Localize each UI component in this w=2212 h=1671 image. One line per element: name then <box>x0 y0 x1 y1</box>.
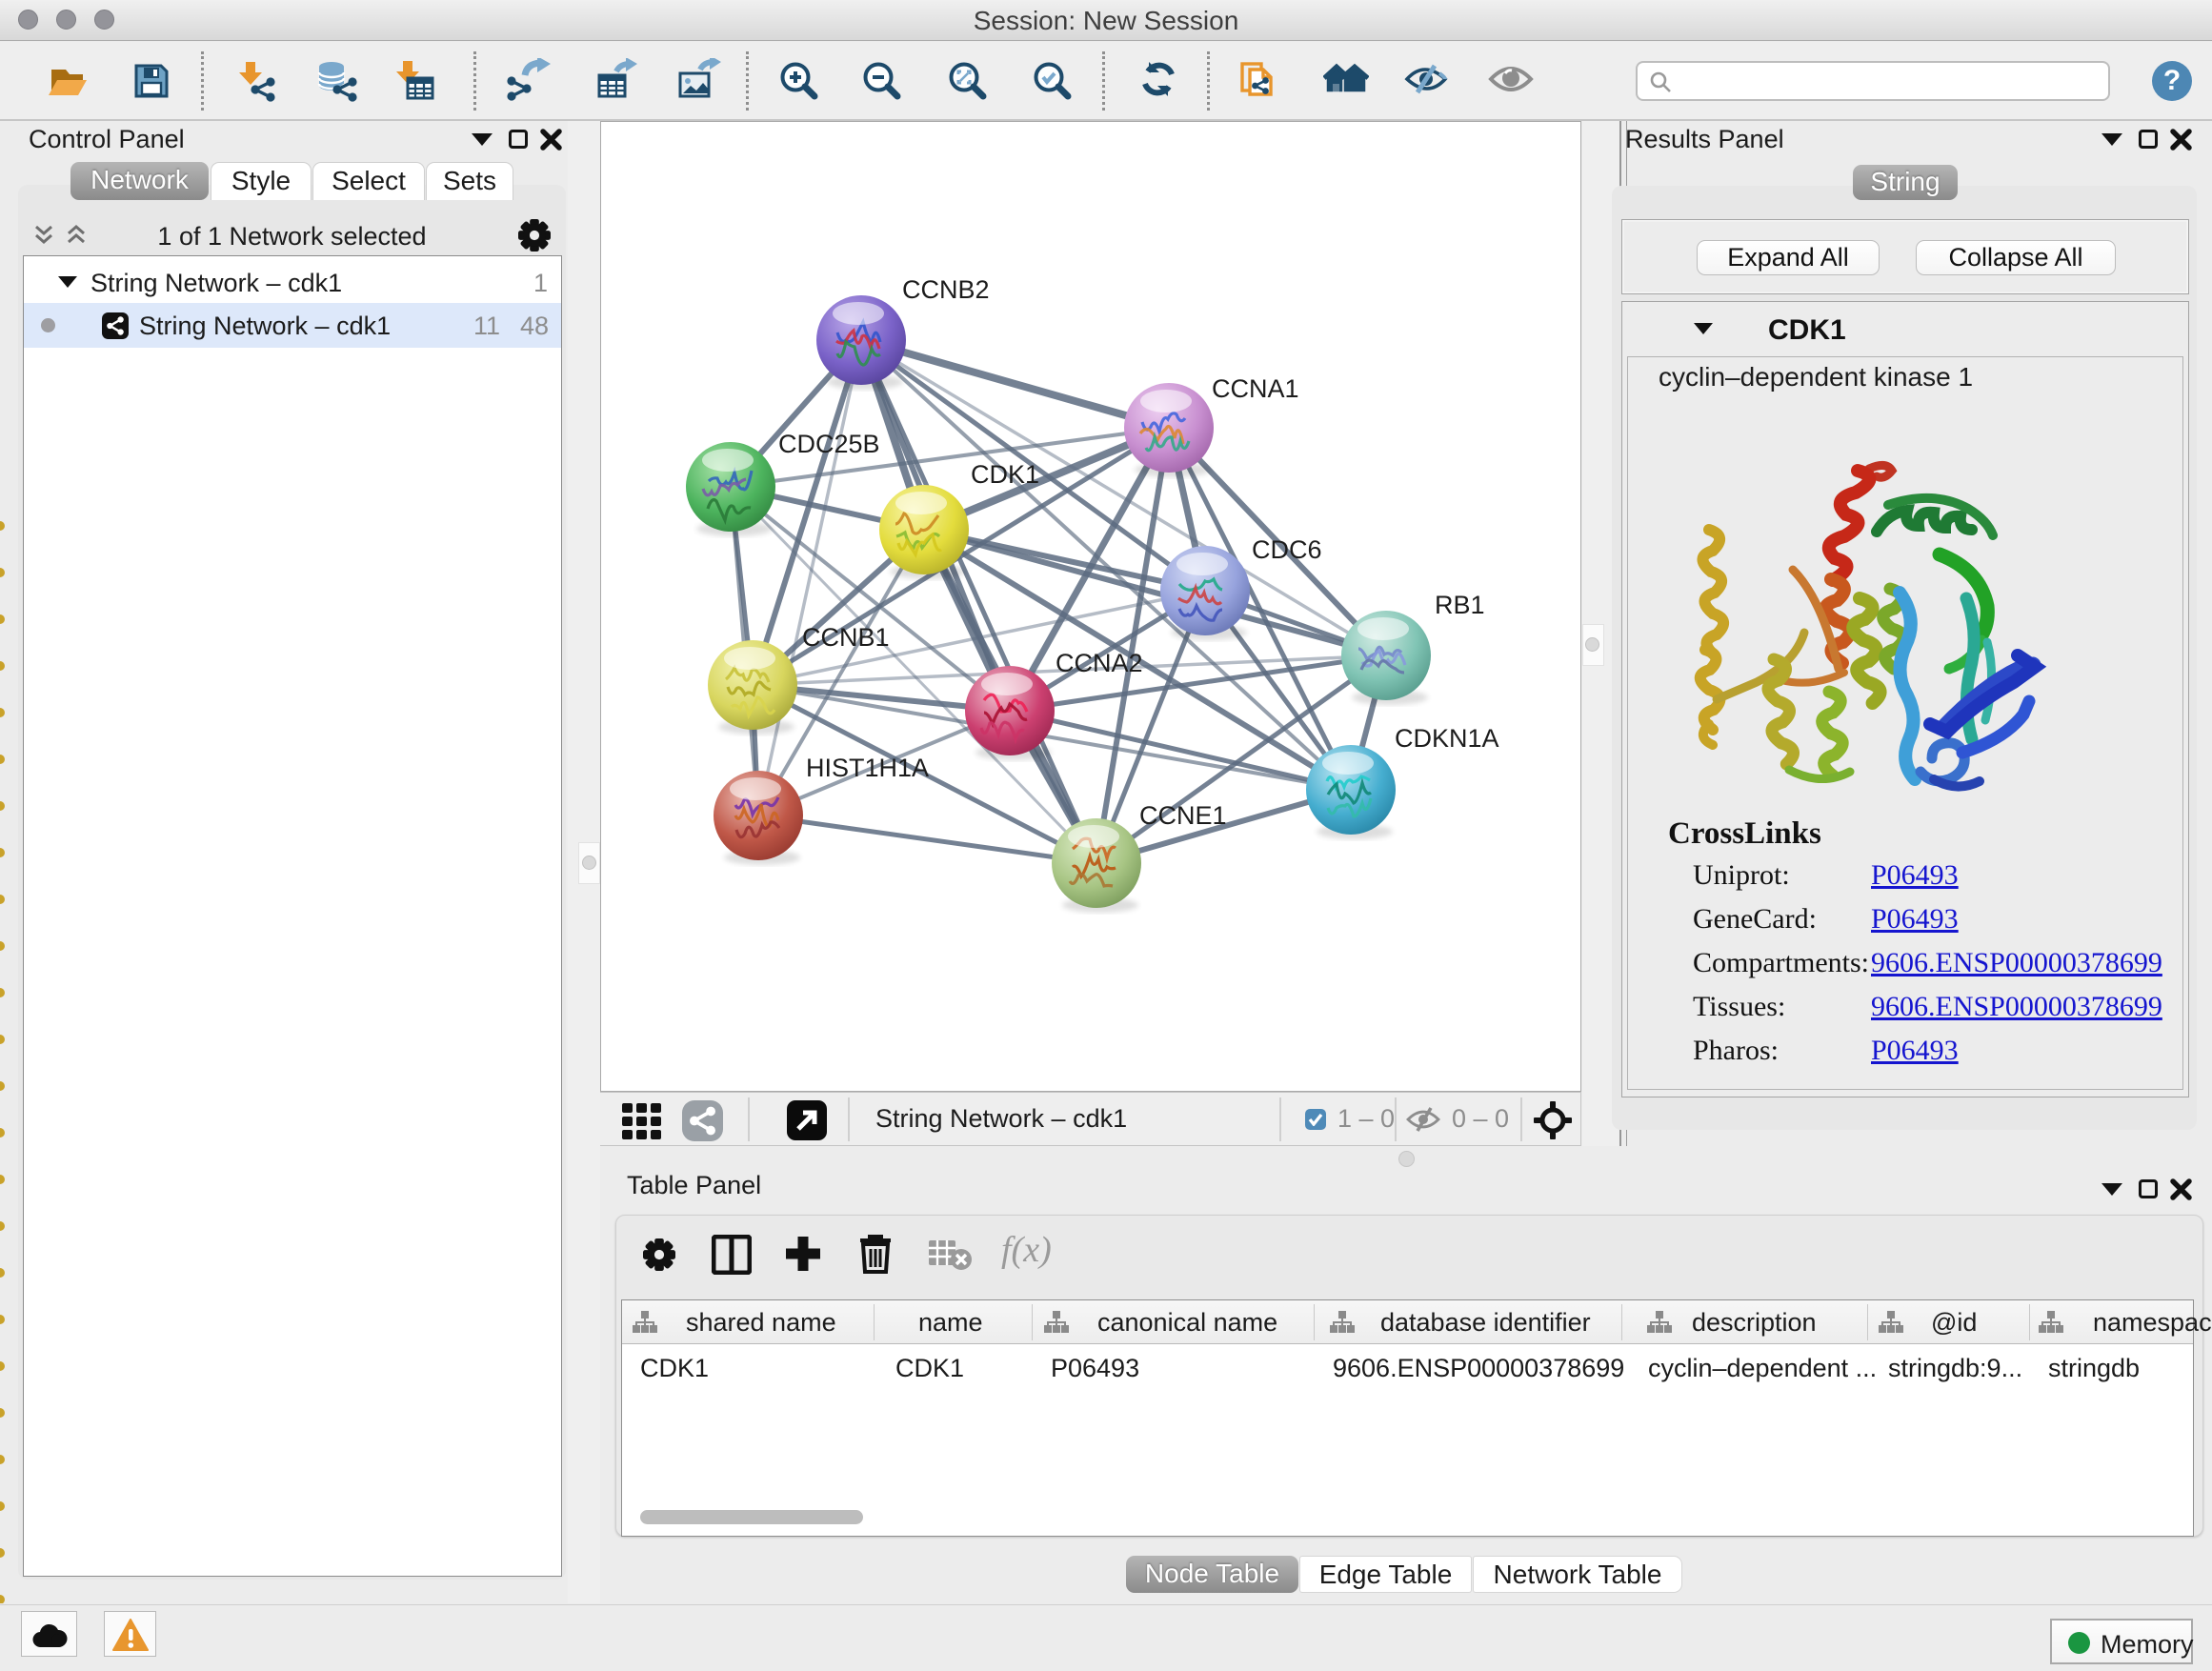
svg-text:HIST1H1A: HIST1H1A <box>806 754 929 782</box>
svg-text:CCNA1: CCNA1 <box>1212 374 1299 403</box>
svg-text:CDC25B: CDC25B <box>778 430 880 458</box>
svg-text:CDC6: CDC6 <box>1252 535 1322 564</box>
svg-text:CCNA2: CCNA2 <box>1056 649 1143 677</box>
svg-text:RB1: RB1 <box>1435 591 1485 619</box>
svg-text:CCNE1: CCNE1 <box>1139 801 1227 830</box>
svg-text:CDKN1A: CDKN1A <box>1395 724 1499 753</box>
svg-text:CCNB1: CCNB1 <box>802 623 890 652</box>
svg-text:CDK1: CDK1 <box>971 460 1039 489</box>
svg-text:CCNB2: CCNB2 <box>902 275 990 304</box>
